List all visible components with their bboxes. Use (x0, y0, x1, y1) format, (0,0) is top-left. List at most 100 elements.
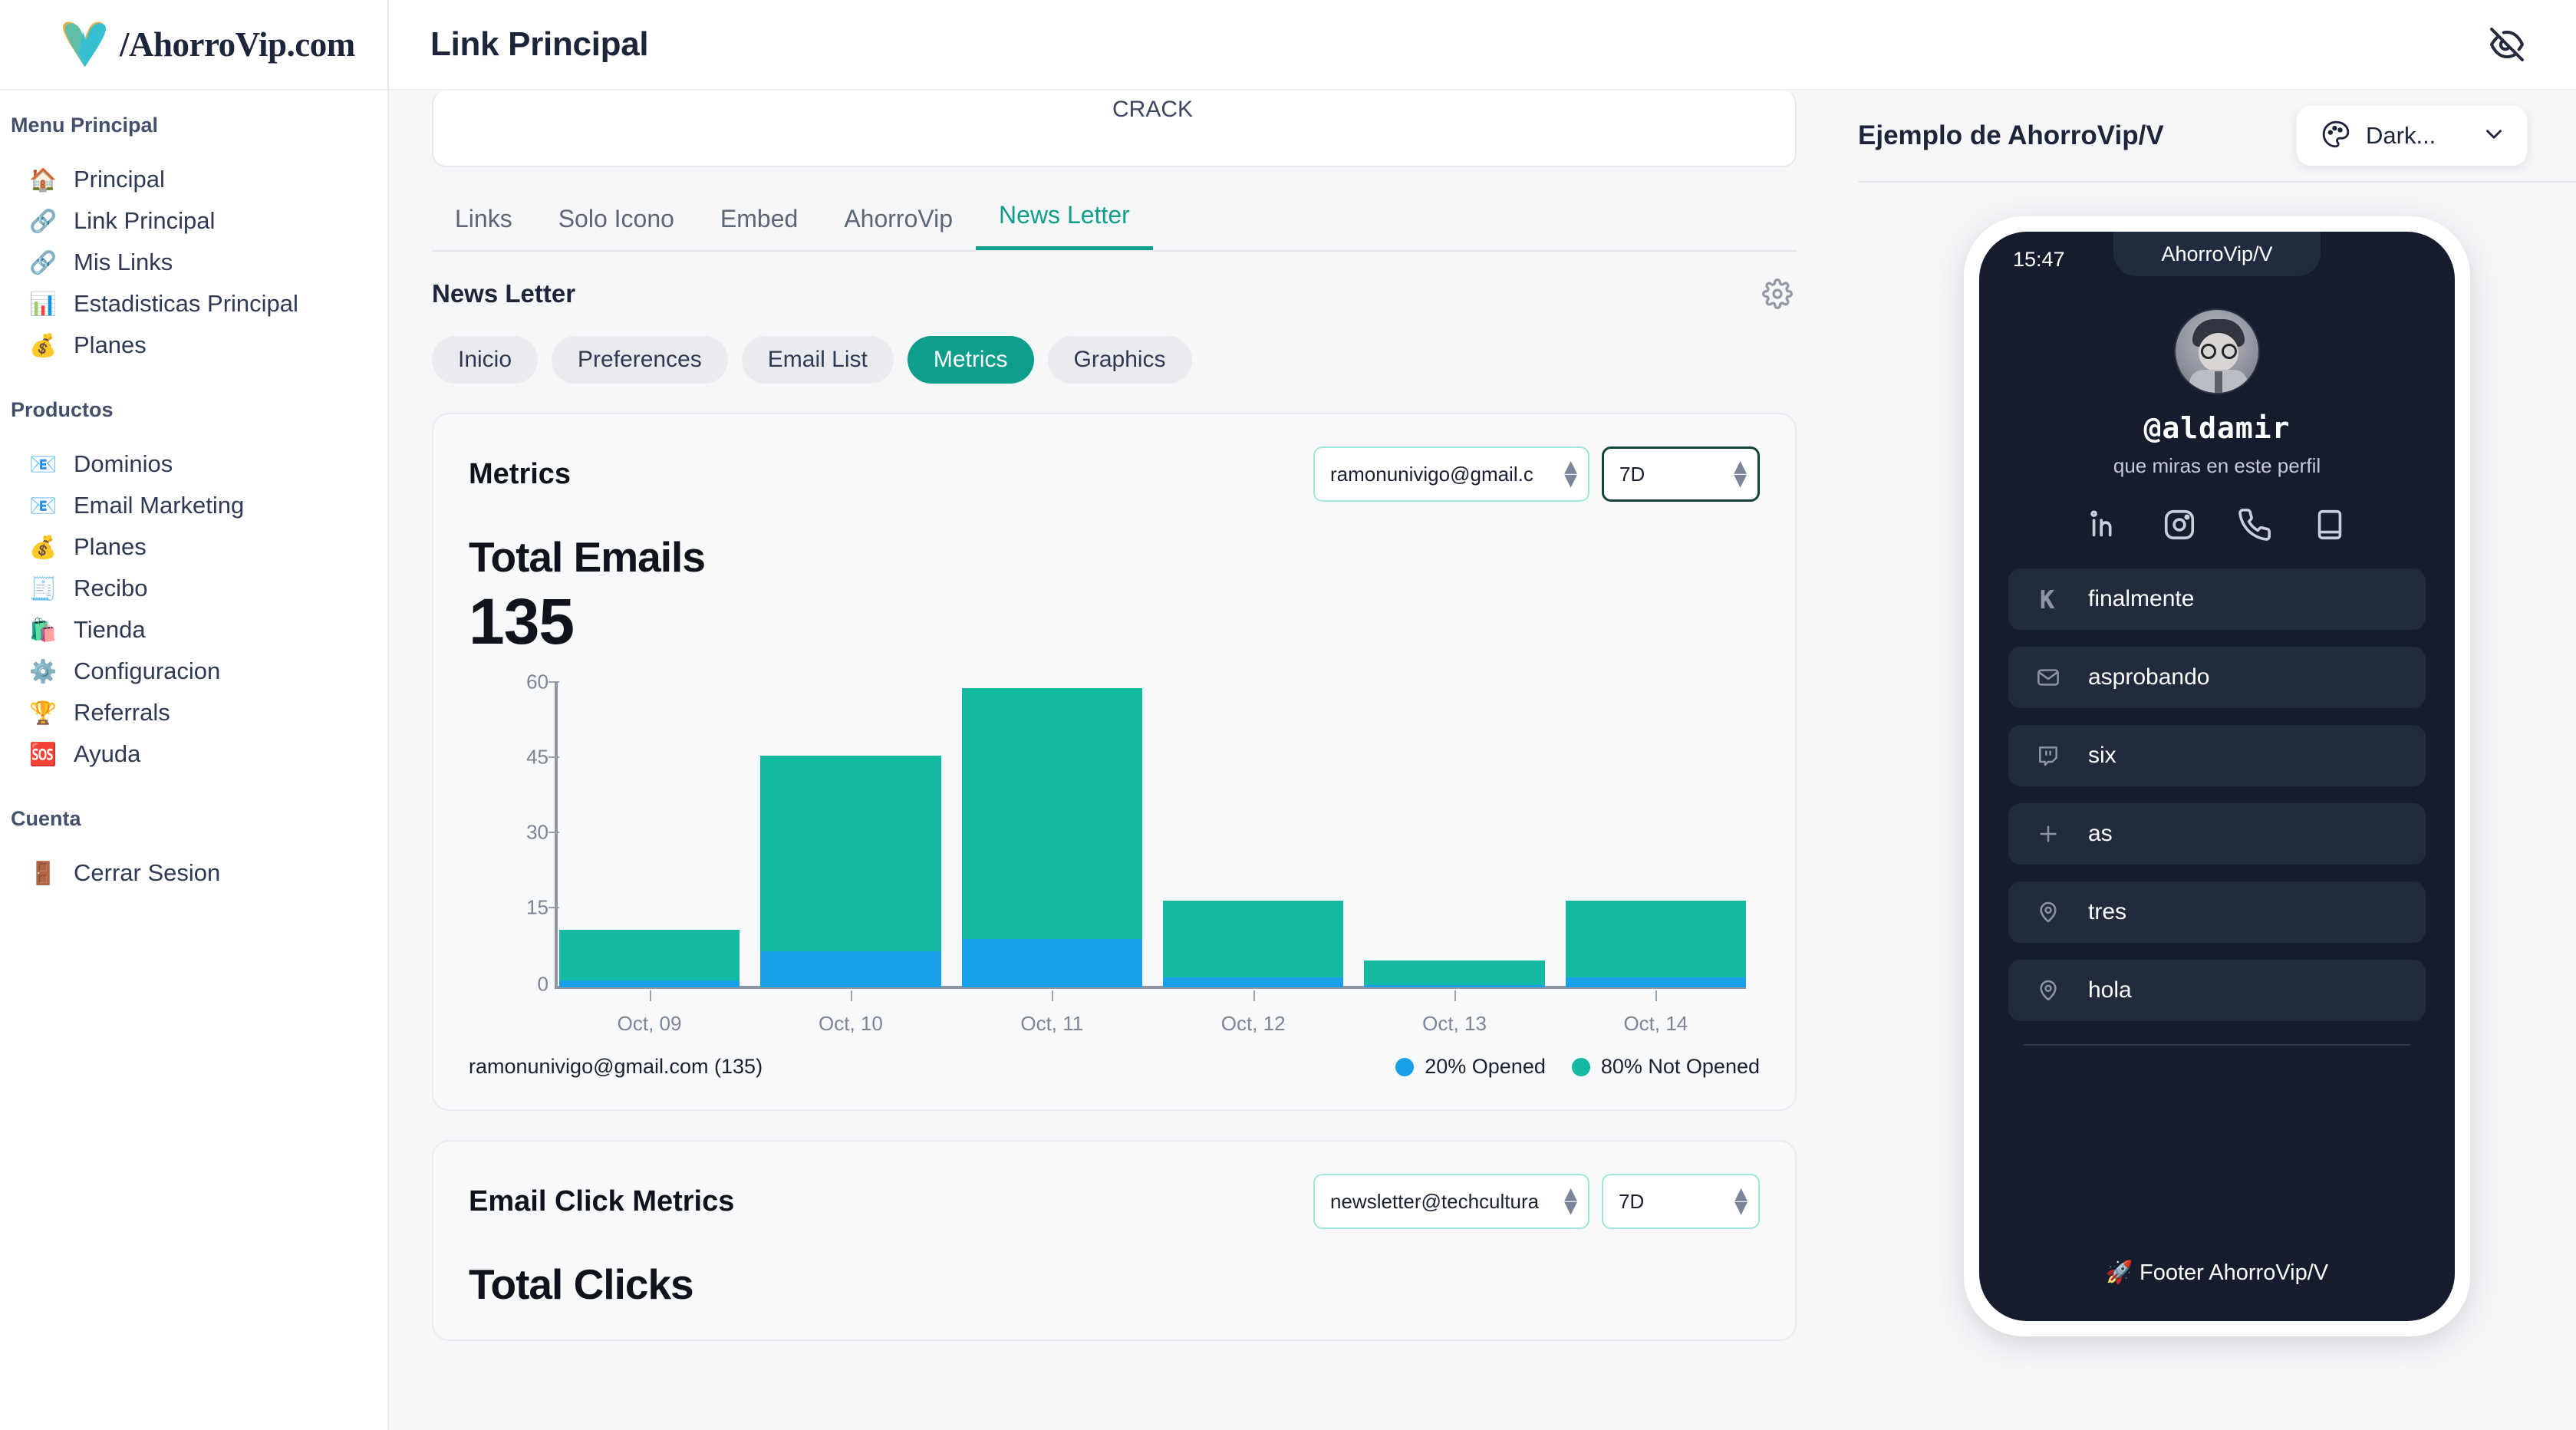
sidebar-item-planes[interactable]: 💰 Planes (0, 325, 387, 366)
phone-divider (2024, 1044, 2410, 1046)
avatar-glasses-right (2222, 344, 2237, 359)
bar-segment-not-opened (1364, 960, 1545, 985)
click-metrics-card: Email Click Metrics newsletter@techcultu… (432, 1140, 1797, 1341)
bar-column[interactable] (1163, 676, 1344, 987)
heart-v-logo-icon (55, 16, 112, 73)
total-emails-bar-chart: 60 45 30 15 0 Oct, 09 Oct, 10 Oct, 11 Oc… (469, 671, 1760, 1036)
sidebar-item-mis-links[interactable]: 🔗 Mis Links (0, 242, 387, 283)
money-bag-icon: 💰 (29, 533, 58, 560)
bar-column[interactable] (961, 676, 1142, 987)
sidebar-item-estadisticas-principal[interactable]: 📊 Estadisticas Principal (0, 283, 387, 325)
palette-icon (2321, 120, 2350, 153)
sidebar-item-label: Link Principal (74, 207, 216, 234)
metrics-email-select[interactable]: ramonunivigo@gmail.c ▲ ▼ (1313, 446, 1589, 502)
phone-frame: 15:47 AhorroVip/V @aldamir que miras en … (1964, 216, 2470, 1336)
updown-arrows-icon: ▲ ▼ (1564, 1185, 1577, 1217)
preview-header: Ejemplo de AhorroVip/V Dark... (1858, 91, 2576, 183)
phone-icon[interactable] (2237, 507, 2272, 542)
y-tick-label: 60 (526, 670, 548, 694)
list-item[interactable]: as (2008, 803, 2426, 865)
sidebar-item-planes-productos[interactable]: 💰 Planes (0, 526, 387, 568)
bar-column[interactable] (559, 676, 740, 987)
list-item[interactable]: six (2008, 725, 2426, 786)
linkedin-icon[interactable] (2087, 507, 2122, 542)
list-item-label: tres (2088, 899, 2127, 924)
sidebar-item-tienda[interactable]: 🛍️ Tienda (0, 609, 387, 651)
pill-inicio[interactable]: Inicio (432, 336, 539, 384)
sidebar-item-link-principal[interactable]: 🔗 Link Principal (0, 200, 387, 242)
bar-segment-not-opened (1163, 900, 1344, 978)
bar-segment-opened (760, 951, 941, 987)
bar-column[interactable] (1364, 676, 1545, 987)
updown-arrows-icon: ▲ ▼ (1734, 457, 1747, 490)
tab-solo-icono[interactable]: Solo Icono (535, 205, 697, 250)
list-item-label: finalmente (2088, 586, 2195, 611)
pill-graphics[interactable]: Graphics (1047, 336, 1192, 384)
avatar-glasses-left (2201, 344, 2216, 359)
bar-segment-not-opened (1565, 900, 1746, 978)
legend-color-dot (1571, 1057, 1590, 1076)
phone-footer-text: 🚀 Footer AhorroVip/V (2105, 1260, 2329, 1285)
pill-preferences[interactable]: Preferences (552, 336, 728, 384)
sidebar-item-cerrar-sesion[interactable]: 🚪 Cerrar Sesion (0, 852, 387, 894)
bar-segment-opened (1163, 977, 1344, 987)
bar-chart-icon: 📊 (29, 290, 58, 317)
tab-ahorrovip[interactable]: AhorroVip (821, 205, 976, 250)
metrics-range-select[interactable]: 7D ▲ ▼ (1602, 446, 1760, 502)
link-icon: 🔗 (29, 249, 58, 275)
list-item[interactable]: hola (2008, 960, 2426, 1021)
bar-column[interactable] (1565, 676, 1746, 987)
phone-status-time: 15:47 (2013, 247, 2065, 271)
bar-column[interactable] (760, 676, 941, 987)
click-range-select[interactable]: 7D ▲ ▼ (1602, 1174, 1760, 1229)
sidebar-item-label: Cerrar Sesion (74, 859, 221, 886)
sidebar-item-recibo[interactable]: 🧾 Recibo (0, 568, 387, 609)
sidebar-item-configuracion[interactable]: ⚙️ Configuracion (0, 651, 387, 692)
instagram-icon[interactable] (2162, 507, 2197, 542)
sidebar-item-ayuda[interactable]: 🆘 Ayuda (0, 733, 387, 775)
list-item[interactable]: tres (2008, 881, 2426, 943)
pill-metrics[interactable]: Metrics (907, 336, 1034, 384)
brand-name: /AhorroVip.com (120, 25, 355, 64)
sidebar-item-label: Ayuda (74, 740, 141, 767)
sidebar-item-label: Mis Links (74, 249, 173, 275)
envelope-icon: 📧 (29, 492, 58, 519)
tab-links[interactable]: Links (432, 205, 535, 250)
updown-arrows-icon: ▲ ▼ (1734, 1185, 1748, 1217)
eye-off-icon[interactable] (2481, 18, 2533, 71)
bar-stack (961, 676, 1142, 987)
sidebar-item-principal[interactable]: 🏠 Principal (0, 159, 387, 200)
avatar-tie (2215, 371, 2222, 393)
book-icon[interactable] (2312, 507, 2347, 542)
sidebar-item-dominios[interactable]: 📧 Dominios (0, 443, 387, 485)
tab-news-letter[interactable]: News Letter (976, 201, 1153, 250)
theme-selector-label: Dark... (2366, 122, 2436, 149)
sidebar-item-label: Referrals (74, 699, 170, 726)
phone-preview-wrap: 15:47 AhorroVip/V @aldamir que miras en … (1858, 183, 2576, 1430)
list-item[interactable]: asprobando (2008, 647, 2426, 708)
sidebar-item-label: Tienda (74, 616, 146, 643)
content-wrap: CRACK Links Solo Icono Embed AhorroVip N… (389, 91, 2576, 1430)
tab-embed[interactable]: Embed (697, 205, 821, 250)
gear-icon[interactable] (1758, 275, 1797, 313)
nav-group-cuenta: Cuenta 🚪 Cerrar Sesion (0, 807, 387, 894)
phone-notch: AhorroVip/V (2113, 232, 2321, 276)
list-item[interactable]: finalmente (2008, 568, 2426, 630)
metrics-kpi-label: Total Emails (469, 533, 706, 581)
newsletter-title: News Letter (432, 279, 576, 308)
profile-links-list: finalmente asprobando six as tres hola (2008, 568, 2426, 1021)
chevron-down-icon (2481, 121, 2507, 151)
crack-card[interactable]: CRACK (432, 91, 1797, 167)
sidebar-item-referrals[interactable]: 🏆 Referrals (0, 692, 387, 733)
bar-segment-not-opened (760, 756, 941, 951)
click-email-select[interactable]: newsletter@techcultura ▲ ▼ (1313, 1174, 1589, 1229)
brand[interactable]: /AhorroVip.com (0, 0, 387, 91)
theme-selector-button[interactable]: Dark... (2297, 106, 2527, 166)
link-icon: 🔗 (29, 207, 58, 234)
sidebar-item-email-marketing[interactable]: 📧 Email Marketing (0, 485, 387, 526)
pill-email-list[interactable]: Email List (741, 336, 894, 384)
click-email-select-value: newsletter@techcultura (1330, 1189, 1540, 1213)
kickstarter-icon (2034, 585, 2062, 613)
topbar: Link Principal (389, 0, 2576, 91)
plus-icon (2034, 820, 2062, 848)
